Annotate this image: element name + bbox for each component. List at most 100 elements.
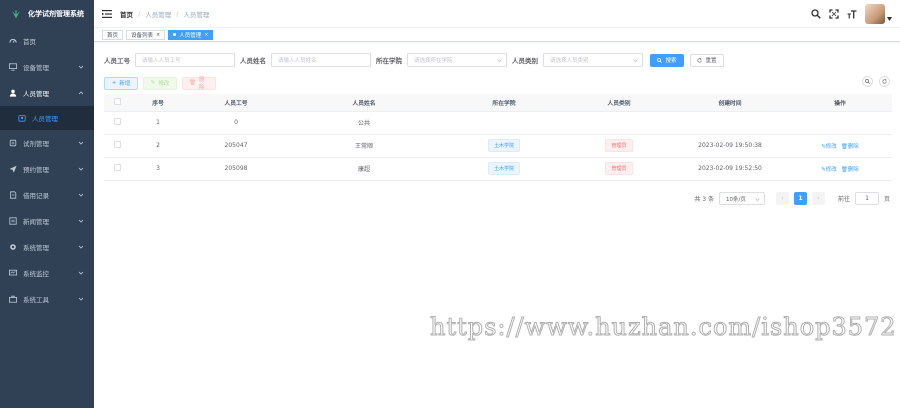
staff-name-input[interactable]: 请输入人员姓名 xyxy=(271,53,371,67)
gear-icon xyxy=(9,243,17,251)
cell-staff-id: 205047 xyxy=(186,134,286,158)
sidebar-item[interactable]: 新闻管理 xyxy=(0,208,94,234)
font-size-icon[interactable] xyxy=(847,9,857,19)
row-checkbox[interactable] xyxy=(104,111,130,135)
cell-index: 3 xyxy=(130,157,186,181)
sidebar-item-label: 系统管理 xyxy=(23,244,49,252)
cell-staff-name: 公共 xyxy=(286,111,442,135)
row-delete-link[interactable]: 🗑删除 xyxy=(841,144,859,150)
tab-tag[interactable]: 设备列表 × xyxy=(126,29,166,40)
cell-index: 2 xyxy=(130,134,186,158)
page-size-select[interactable]: 10条/页 xyxy=(718,192,765,205)
sidebar-item[interactable]: 人员管理 xyxy=(0,80,94,106)
sidebar-item[interactable]: 试剂管理 xyxy=(0,130,94,156)
sidebar-item[interactable]: 设备管理 xyxy=(0,54,94,80)
page-number[interactable]: 1 xyxy=(793,192,807,205)
sidebar-item-label: 预约管理 xyxy=(23,166,49,174)
prev-page-button[interactable]: ‹ xyxy=(775,192,789,205)
chevron-down-icon xyxy=(497,59,502,63)
row-edit-link[interactable]: ✎修改 xyxy=(821,144,837,150)
tab-tag[interactable]: 首页 xyxy=(102,29,124,40)
chevron-up-icon xyxy=(78,91,84,95)
hamburger-icon[interactable] xyxy=(102,9,112,18)
role-badge: 管理员 xyxy=(605,162,633,175)
sidebar-item[interactable]: 系统管理 xyxy=(0,234,94,260)
close-icon[interactable]: × xyxy=(204,32,208,38)
sidebar-item-label: 试剂管理 xyxy=(23,140,49,148)
cell-ops: ✎修改 🗑删除 xyxy=(788,134,892,158)
edit-button[interactable]: ✎ 修改 xyxy=(143,76,177,90)
flask-icon xyxy=(9,139,17,147)
row-checkbox[interactable] xyxy=(104,134,130,158)
avatar[interactable] xyxy=(865,4,885,24)
toggle-search-button[interactable] xyxy=(862,76,873,87)
add-button[interactable]: + 新增 xyxy=(104,76,138,90)
chevron-right-icon: › xyxy=(817,195,820,202)
tab-tag[interactable]: 人员管理 × xyxy=(168,29,214,40)
reset-button[interactable]: 重置 xyxy=(690,53,724,67)
cell-staff-name: 康超 xyxy=(286,157,442,181)
label-college: 所在学院 xyxy=(376,57,402,65)
logo[interactable]: 化学试剂管理系统 xyxy=(0,0,94,28)
sidebar-item[interactable]: 借用记录 xyxy=(0,182,94,208)
chevron-down-icon xyxy=(755,198,760,202)
row-checkbox[interactable] xyxy=(104,157,130,181)
sidebar-item[interactable]: 预约管理 xyxy=(0,156,94,182)
trash-icon: 🗑 xyxy=(189,80,196,86)
sidebar-item-label: 设备管理 xyxy=(23,64,49,72)
staff-table: 序号 人员工号 人员姓名 所在学院 人员类别 创建时间 操作 1 0 公共 2 2050… xyxy=(104,94,892,181)
jump-page-input[interactable]: 1 xyxy=(854,192,879,205)
next-page-button[interactable]: › xyxy=(811,192,825,205)
refresh-button[interactable] xyxy=(879,76,890,87)
chevron-down-icon xyxy=(78,297,84,301)
cell-role: 管理员 xyxy=(566,157,672,181)
trash-icon: 🗑 xyxy=(840,143,848,150)
search-icon xyxy=(865,79,870,84)
cell-index: 1 xyxy=(130,111,186,135)
cell-created xyxy=(672,111,788,135)
cell-role xyxy=(566,111,672,135)
cell-college xyxy=(442,111,566,135)
sidebar-item[interactable]: 系统工具 xyxy=(0,286,94,312)
staff-type-select[interactable]: 请选择人员类别 xyxy=(543,53,643,67)
table-row[interactable]: 3 205098 康超 土木学院 管理员 2023-02-09 19:52:50 ✎修改 🗑删… xyxy=(104,157,892,181)
search-button[interactable]: 搜索 xyxy=(650,53,684,67)
app-title: 化学试剂管理系统 xyxy=(28,10,84,18)
table-row[interactable]: 2 205047 王常顺 土木学院 管理员 2023-02-09 19:50:38 ✎修改 🗑… xyxy=(104,134,892,158)
column-header: 所在学院 xyxy=(442,94,566,112)
screen-icon xyxy=(9,269,17,277)
cell-college: 土木学院 xyxy=(442,157,566,181)
sidebar-subitem-staff[interactable]: 人员管理 xyxy=(0,106,94,130)
close-icon[interactable]: × xyxy=(156,32,160,38)
chevron-down-icon xyxy=(78,65,84,69)
column-header: 序号 xyxy=(130,94,186,112)
logo-icon xyxy=(12,10,20,18)
search-icon[interactable] xyxy=(811,9,821,19)
fullscreen-icon[interactable] xyxy=(829,9,839,19)
tab-label: 首页 xyxy=(107,32,119,39)
search-form: 人员工号 请输入人员工号 人员姓名 请输入人员姓名 所在学院 请选择所在学院 人… xyxy=(104,51,890,69)
staff-id-input[interactable]: 请输入人员工号 xyxy=(135,53,235,67)
select-all-checkbox[interactable] xyxy=(104,94,130,112)
column-header: 人员类别 xyxy=(566,94,672,112)
row-edit-link[interactable]: ✎修改 xyxy=(821,167,837,173)
sidebar-item[interactable]: 系统监控 xyxy=(0,260,94,286)
breadcrumb-home[interactable]: 首页 xyxy=(120,9,133,19)
college-select[interactable]: 请选择所在学院 xyxy=(407,53,507,67)
active-dot-icon xyxy=(173,33,177,36)
row-delete-link[interactable]: 🗑删除 xyxy=(841,167,859,173)
sidebar-subitem-label: 人员管理 xyxy=(32,115,58,123)
cell-staff-id: 205098 xyxy=(186,157,286,181)
table-row[interactable]: 1 0 公共 xyxy=(104,111,892,135)
breadcrumb-separator: / xyxy=(176,9,179,18)
user-icon xyxy=(9,89,17,97)
chevron-left-icon: ‹ xyxy=(781,195,784,202)
caret-down-icon[interactable] xyxy=(887,17,892,21)
edit-icon: ✎ xyxy=(150,80,156,86)
tab-label: 设备列表 xyxy=(131,32,154,39)
label-staff-id: 人员工号 xyxy=(104,57,130,65)
delete-button[interactable]: 🗑 删除 xyxy=(182,76,216,91)
column-header: 人员姓名 xyxy=(286,94,442,112)
role-badge: 管理员 xyxy=(605,139,633,152)
sidebar-item[interactable]: 首页 xyxy=(0,28,94,54)
